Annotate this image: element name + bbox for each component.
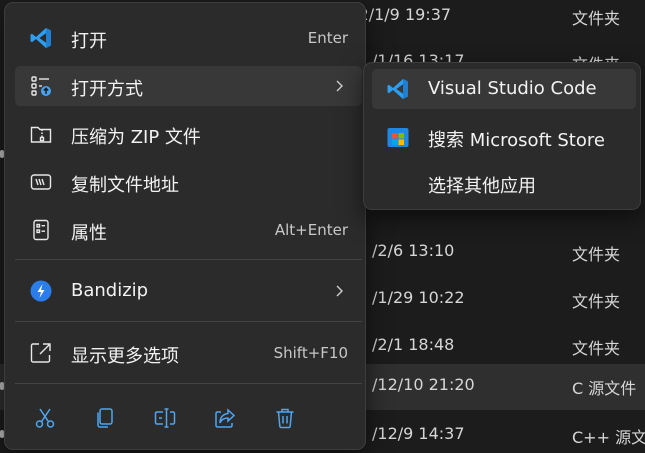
menu-item-label: 打开方式 xyxy=(71,79,143,100)
shortcut-hint: Shift+F10 xyxy=(273,344,348,362)
menu-item-label: 复制文件地址 xyxy=(71,175,179,196)
menu-item-properties[interactable]: 属性 Alt+Enter xyxy=(15,210,362,250)
menu-item-copy-path[interactable]: 复制文件地址 xyxy=(15,162,362,202)
rename-icon xyxy=(154,408,176,428)
vscode-icon xyxy=(386,77,410,101)
file-type: 文件夹 xyxy=(572,339,621,358)
file-type: 文件夹 xyxy=(572,245,621,264)
submenu-item-choose-other-app[interactable]: 选择其他应用 xyxy=(372,163,636,203)
submenu-item-label: 选择其他应用 xyxy=(428,176,536,197)
file-date: /12/10 21:20 xyxy=(372,375,475,394)
share-button[interactable] xyxy=(209,402,241,434)
menu-separator xyxy=(15,321,362,322)
file-date: /12/9 14:37 xyxy=(372,424,465,443)
submenu-item-label: 搜索 Microsoft Store xyxy=(428,130,605,151)
cut-icon xyxy=(35,408,55,428)
context-menu: 打开 Enter 打开方式 压缩为 ZIP 文件 复制文件地址 属性 Alt+E… xyxy=(4,2,366,450)
chevron-right-icon xyxy=(336,80,343,92)
microsoft-store-icon xyxy=(386,125,410,149)
shortcut-hint: Alt+Enter xyxy=(274,221,348,239)
menu-item-label: 压缩为 ZIP 文件 xyxy=(71,127,201,148)
submenu-item-search-store[interactable]: 搜索 Microsoft Store xyxy=(372,117,636,157)
menu-item-open-with[interactable]: 打开方式 xyxy=(15,66,362,106)
file-date: /2/1 18:48 xyxy=(372,335,455,354)
copy-button[interactable] xyxy=(89,402,121,434)
menu-separator xyxy=(15,383,362,384)
menu-item-open[interactable]: 打开 Enter xyxy=(15,18,362,58)
open-with-icon xyxy=(29,74,53,98)
bandizip-icon xyxy=(29,279,53,303)
submenu-item-vscode[interactable]: Visual Studio Code xyxy=(372,69,636,109)
copy-path-icon xyxy=(29,170,53,194)
file-type: 文件夹 xyxy=(572,9,621,28)
menu-item-label: 显示更多选项 xyxy=(71,346,179,367)
quick-action-bar xyxy=(15,396,362,440)
share-icon xyxy=(215,408,236,428)
zip-icon xyxy=(29,122,53,146)
menu-item-compress-zip[interactable]: 压缩为 ZIP 文件 xyxy=(15,114,362,154)
menu-item-bandizip[interactable]: Bandizip xyxy=(15,271,362,311)
file-date: /1/29 10:22 xyxy=(372,288,465,307)
file-type: C 源文件 xyxy=(572,379,637,398)
properties-icon xyxy=(29,218,53,242)
delete-button[interactable] xyxy=(269,402,301,434)
chevron-right-icon xyxy=(336,285,343,297)
file-type: 文件夹 xyxy=(572,292,621,311)
copy-icon xyxy=(97,408,113,428)
rename-button[interactable] xyxy=(149,402,181,434)
file-date: /2/6 13:10 xyxy=(372,241,455,260)
shortcut-hint: Enter xyxy=(307,29,348,47)
more-options-icon xyxy=(29,341,53,365)
file-type: C++ 源文 xyxy=(572,428,645,447)
menu-item-label: Bandizip xyxy=(71,280,149,301)
cut-button[interactable] xyxy=(29,402,61,434)
menu-item-label: 打开 xyxy=(71,31,107,52)
open-with-submenu: Visual Studio Code 搜索 Microsoft Store 选择… xyxy=(363,62,641,210)
delete-icon xyxy=(276,408,294,429)
menu-separator xyxy=(15,259,362,260)
menu-item-show-more-options[interactable]: 显示更多选项 Shift+F10 xyxy=(15,333,362,373)
submenu-item-label: Visual Studio Code xyxy=(428,78,597,99)
vscode-icon xyxy=(29,26,53,50)
menu-item-label: 属性 xyxy=(71,223,107,244)
